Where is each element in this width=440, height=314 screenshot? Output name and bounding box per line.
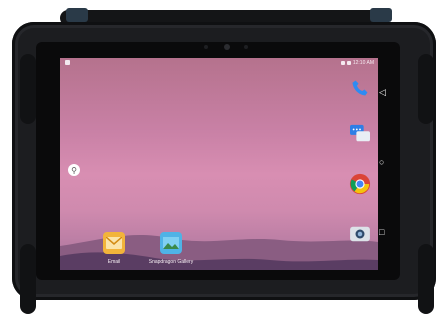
app-email[interactable]: Email [100, 232, 128, 265]
bumper-left-top [20, 54, 36, 124]
app-gallery-label: Snapdragon Gallery [148, 259, 194, 265]
bumper-left-bottom [20, 244, 36, 314]
strap-buckle-left [66, 8, 88, 22]
gallery-icon [160, 232, 182, 254]
camera-icon[interactable] [348, 222, 372, 246]
home-screen: 12:10 AM ⚲ Email Snapdragon Gallery [60, 58, 378, 270]
back-icon[interactable]: ◁ [379, 88, 386, 97]
status-bar: 12:10 AM [60, 58, 378, 68]
light-sensor [204, 45, 208, 49]
home-icon[interactable]: ○ [379, 158, 384, 167]
app-snapdragon-gallery[interactable]: Snapdragon Gallery [146, 232, 196, 265]
recents-icon[interactable]: □ [379, 228, 384, 237]
bumper-right-top [418, 54, 434, 124]
proximity-sensor [244, 45, 248, 49]
status-time: 12:10 AM [352, 60, 374, 66]
wifi-icon [340, 61, 345, 65]
app-email-label: Email [107, 259, 121, 265]
email-icon [103, 232, 125, 254]
chrome-icon[interactable] [348, 172, 372, 196]
phone-icon[interactable] [348, 76, 372, 100]
strap-buckle-right [370, 8, 392, 22]
messages-icon[interactable] [348, 122, 372, 146]
search-icon[interactable]: ⚲ [68, 164, 80, 176]
front-camera [224, 44, 230, 50]
bumper-right-bottom [418, 244, 434, 314]
navigation-bar: ◁ ○ □ [372, 70, 392, 270]
status-right: 12:10 AM [340, 60, 374, 66]
battery-icon [346, 61, 351, 65]
notification-icon [65, 60, 70, 65]
